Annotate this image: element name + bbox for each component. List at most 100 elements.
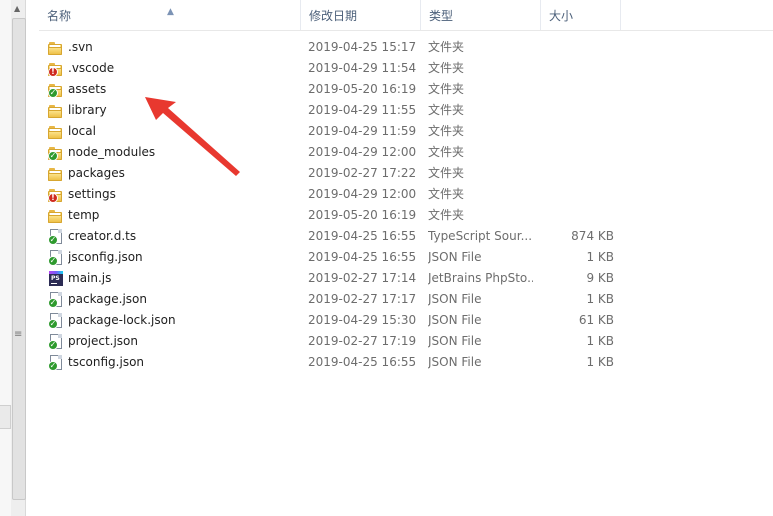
svn-normal-status-icon: ✓: [48, 151, 58, 161]
file-name: tsconfig.json: [68, 355, 145, 369]
file-row[interactable]: packages 2019-02-27 17:22 文件夹: [40, 163, 630, 184]
file-row[interactable]: temp 2019-05-20 16:19 文件夹: [40, 205, 630, 226]
file-date: 2019-04-29 12:00: [308, 145, 417, 159]
file-name: main.js: [68, 271, 112, 285]
folder-icon: [48, 103, 64, 119]
file-row[interactable]: PS main.js 2019-02-27 17:14 JetBrains PhpSt…: [40, 268, 630, 289]
file-size: 9 KB: [586, 271, 614, 285]
svn-modified-status-icon: !: [48, 193, 58, 203]
column-header-size[interactable]: 大小: [541, 0, 621, 30]
file-date: 2019-02-27 17:17: [308, 292, 417, 306]
document-icon: ✓: [48, 250, 64, 266]
navigation-pane-scroll-thumb[interactable]: [0, 405, 11, 429]
file-date: 2019-04-29 11:55: [308, 103, 417, 117]
file-row[interactable]: ✓ creator.d.ts 2019-04-25 16:55 TypeScript …: [40, 226, 630, 247]
column-header-type[interactable]: 类型: [421, 0, 541, 30]
document-icon: ✓: [48, 292, 64, 308]
svn-normal-status-icon: ✓: [48, 319, 58, 329]
file-date: 2019-04-29 11:54: [308, 61, 417, 75]
column-header-bar: ▲ 名称 修改日期 类型 大小: [39, 0, 773, 30]
svn-modified-status-icon: !: [48, 67, 58, 77]
svn-normal-status-icon: ✓: [48, 340, 58, 350]
file-date: 2019-02-27 17:14: [308, 271, 417, 285]
file-name: creator.d.ts: [68, 229, 137, 243]
folder-icon: ✓: [48, 82, 64, 98]
document-icon: ✓: [48, 334, 64, 350]
scrollbar-thumb[interactable]: [12, 18, 26, 500]
file-date: 2019-02-27 17:22: [308, 166, 417, 180]
file-row[interactable]: ✓ assets 2019-05-20 16:19 文件夹: [40, 79, 630, 100]
document-icon: ✓: [48, 355, 64, 371]
svn-normal-status-icon: ✓: [48, 88, 58, 98]
file-name: package.json: [68, 292, 148, 306]
folder-icon: [48, 166, 64, 182]
file-type: JSON File: [428, 334, 482, 348]
document-icon: ✓: [48, 229, 64, 245]
file-type: JSON File: [428, 313, 482, 327]
phpstorm-icon: PS: [48, 271, 64, 287]
folder-icon: [48, 124, 64, 140]
file-date: 2019-04-29 12:00: [308, 187, 417, 201]
file-type: 文件夹: [428, 187, 465, 201]
sort-ascending-icon: ▲: [167, 7, 174, 17]
file-name: temp: [68, 208, 100, 222]
file-size: 1 KB: [586, 355, 614, 369]
file-name: settings: [68, 187, 116, 201]
red-arrow-shape: [145, 97, 240, 176]
file-name: project.json: [68, 334, 138, 348]
file-row[interactable]: local 2019-04-29 11:59 文件夹: [40, 121, 630, 142]
folder-icon: !: [48, 187, 64, 203]
file-type: 文件夹: [428, 145, 465, 159]
header-divider: [39, 30, 773, 31]
file-size: 1 KB: [586, 292, 614, 306]
file-type: JSON File: [428, 292, 482, 306]
column-header-date[interactable]: 修改日期: [301, 0, 421, 30]
file-date: 2019-04-29 11:59: [308, 124, 417, 138]
file-type: JetBrains PhpSto...: [428, 271, 533, 285]
svn-normal-status-icon: ✓: [48, 256, 58, 266]
file-row[interactable]: ! settings 2019-04-29 12:00 文件夹: [40, 184, 630, 205]
file-date: 2019-04-25 16:55: [308, 229, 417, 243]
file-type: 文件夹: [428, 103, 465, 117]
file-name: .vscode: [68, 61, 115, 75]
file-type: 文件夹: [428, 61, 465, 75]
file-type: TypeScript Sour...: [428, 229, 533, 243]
file-size: 1 KB: [586, 334, 614, 348]
file-row[interactable]: .svn 2019-04-25 15:17 文件夹: [40, 37, 630, 58]
file-date: 2019-02-27 17:19: [308, 334, 417, 348]
file-name: jsconfig.json: [68, 250, 143, 264]
file-row[interactable]: ✓ package.json 2019-02-27 17:17 JSON File 1 …: [40, 289, 630, 310]
file-type: JSON File: [428, 355, 482, 369]
file-date: 2019-05-20 16:19: [308, 82, 417, 96]
file-type: 文件夹: [428, 40, 465, 54]
folder-icon: [48, 208, 64, 224]
file-type: 文件夹: [428, 124, 465, 138]
file-date: 2019-05-20 16:19: [308, 208, 417, 222]
svn-normal-status-icon: ✓: [48, 235, 58, 245]
red-arrow-annotation: [145, 97, 240, 176]
scrollbar-grip-icon: ≡: [14, 329, 23, 340]
document-icon: ✓: [48, 313, 64, 329]
folder-icon: ✓: [48, 145, 64, 161]
file-type: 文件夹: [428, 82, 465, 96]
file-row[interactable]: ✓ node_modules 2019-04-29 12:00 文件夹: [40, 142, 630, 163]
file-size: 874 KB: [571, 229, 614, 243]
file-row[interactable]: ✓ tsconfig.json 2019-04-25 16:55 JSON File 1…: [40, 352, 630, 373]
file-row[interactable]: ✓ package-lock.json 2019-04-29 15:30 JSON F…: [40, 310, 630, 331]
column-header-name[interactable]: ▲ 名称: [39, 0, 301, 30]
file-date: 2019-04-29 15:30: [308, 313, 417, 327]
file-type: JSON File: [428, 250, 482, 264]
file-row[interactable]: ! .vscode 2019-04-29 11:54 文件夹: [40, 58, 630, 79]
file-type: 文件夹: [428, 166, 465, 180]
file-date: 2019-04-25 16:55: [308, 355, 417, 369]
file-row[interactable]: ✓ project.json 2019-02-27 17:19 JSON File 1 …: [40, 331, 630, 352]
file-row[interactable]: ✓ jsconfig.json 2019-04-25 16:55 JSON File 1…: [40, 247, 630, 268]
file-row[interactable]: library 2019-04-29 11:55 文件夹: [40, 100, 630, 121]
folder-icon: [48, 40, 64, 56]
file-name: package-lock.json: [68, 313, 176, 327]
svn-normal-status-icon: ✓: [48, 361, 58, 371]
folder-icon: !: [48, 61, 64, 77]
file-type: 文件夹: [428, 208, 465, 222]
scroll-up-arrow-icon[interactable]: ▲: [14, 4, 20, 13]
svn-normal-status-icon: ✓: [48, 298, 58, 308]
